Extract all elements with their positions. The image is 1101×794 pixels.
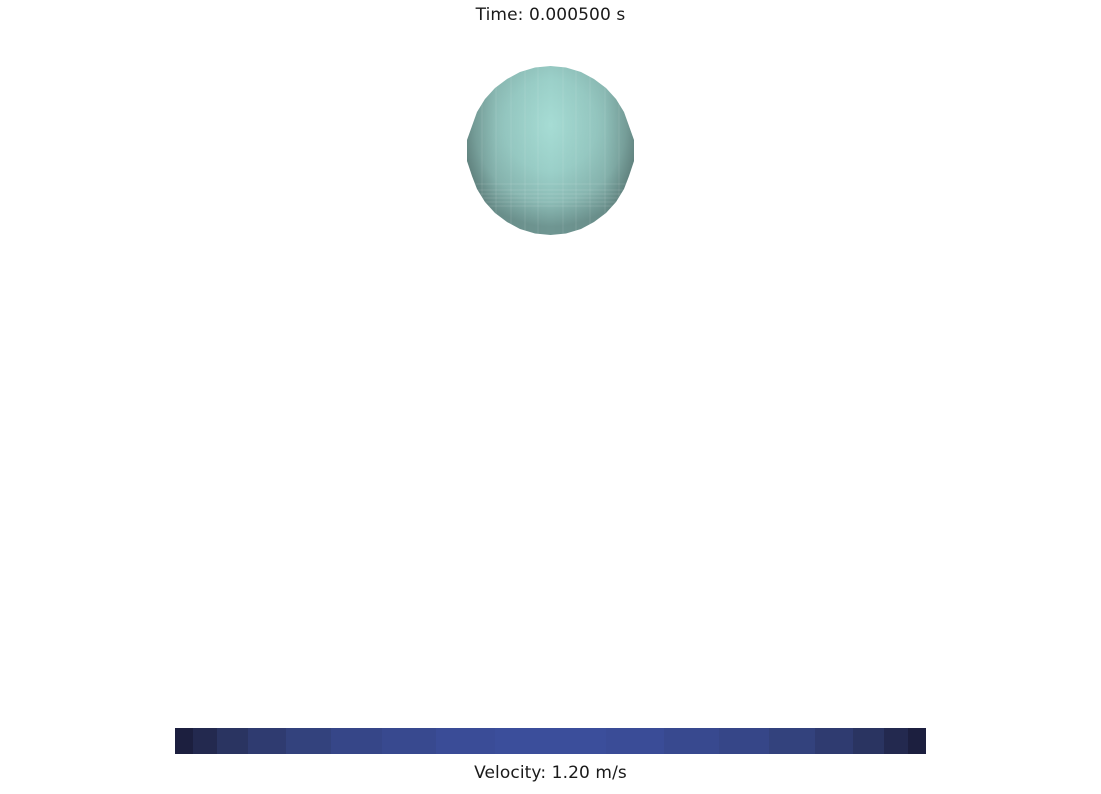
velocity-colorbar [175,728,926,754]
colorbar-segment [664,728,719,754]
colorbar-segment [605,728,665,754]
colorbar-segment [193,728,218,754]
colorbar-segment [217,728,248,754]
sphere-object [467,66,634,235]
time-label: Time: 0.000500 s [475,5,626,25]
colorbar-segment [853,728,884,754]
colorbar-segment [769,728,815,754]
colorbar-segment [883,728,908,754]
colorbar-segment [436,728,495,754]
colorbar-segment [814,728,854,754]
colorbar-segment [381,728,437,754]
colorbar-segment [718,728,770,754]
colorbar-segment [175,728,194,754]
colorbar-segment [247,728,286,754]
colorbar-segment [331,728,382,754]
colorbar-segment [907,728,926,754]
colorbar-segment [494,728,606,754]
velocity-label: Velocity: 1.20 m/s [474,763,627,783]
render-viewport[interactable]: Time: 0.000500 s Velocity: 1.20 m/s [0,0,1101,794]
colorbar-segment [286,728,332,754]
